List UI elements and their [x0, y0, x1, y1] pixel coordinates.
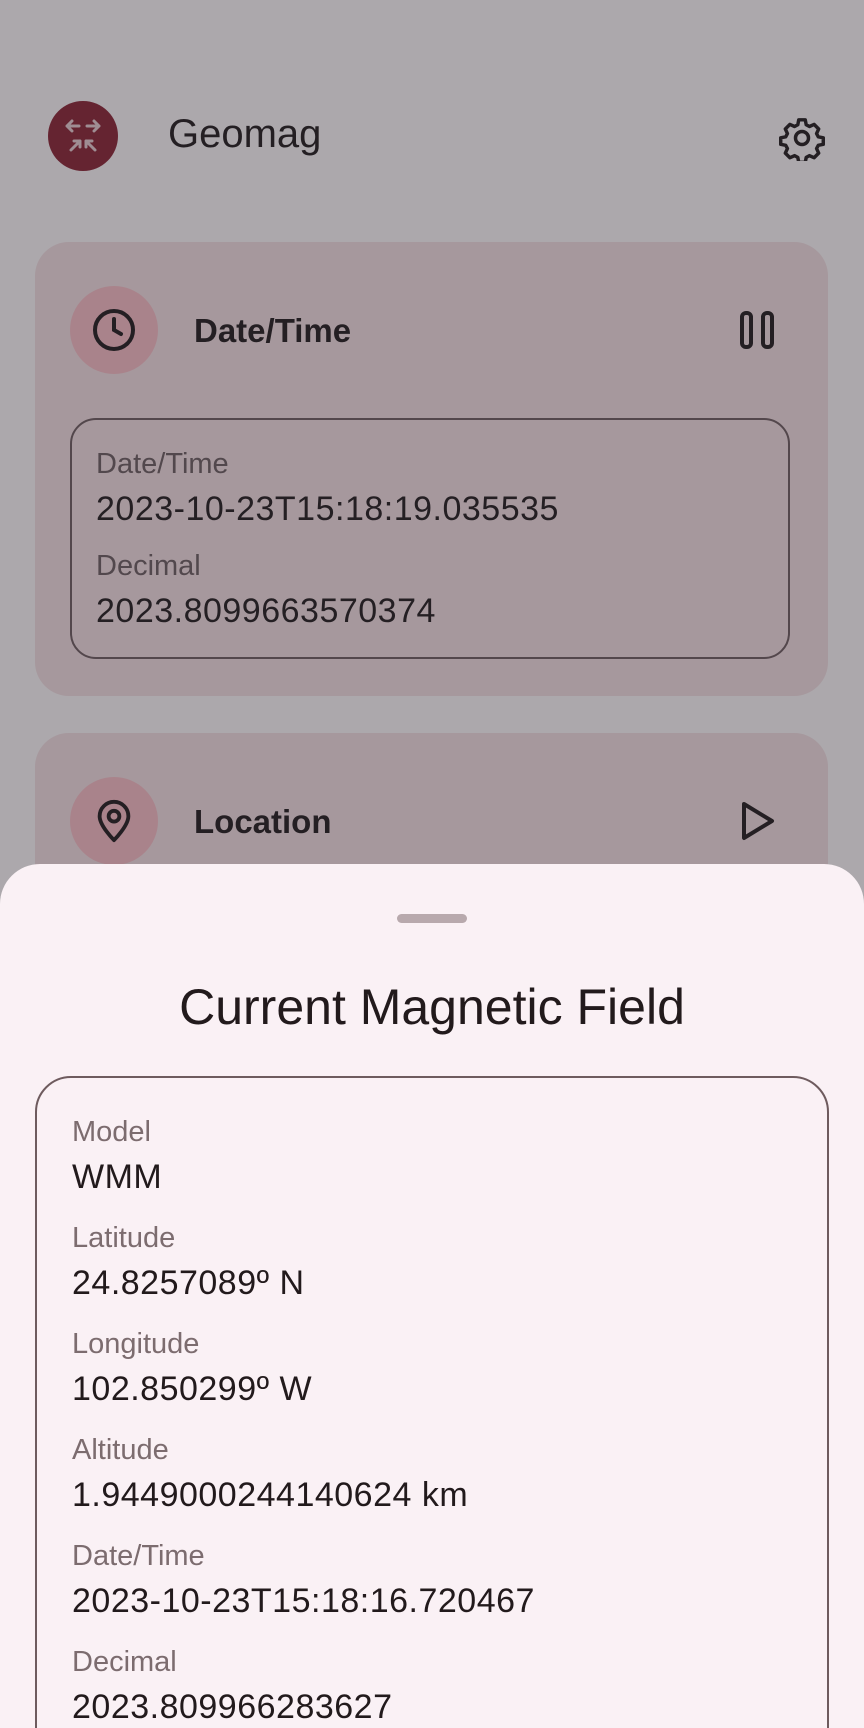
altitude-label: Altitude [72, 1434, 169, 1466]
sheet-title: Current Magnetic Field [179, 979, 685, 1035]
sheet-decimal-label: Decimal [72, 1646, 177, 1678]
bottom-sheet: Current Magnetic Field Model WMM Latitud… [0, 864, 864, 1728]
sheet-datetime-label: Date/Time [72, 1540, 205, 1572]
longitude-label: Longitude [72, 1328, 200, 1360]
longitude-value: 102.850299º W [72, 1370, 313, 1408]
model-label: Model [72, 1116, 151, 1148]
latitude-label: Latitude [72, 1222, 176, 1254]
magnetic-field-box: Model WMM Latitude 24.8257089º N Longitu… [35, 1076, 829, 1728]
model-value: WMM [72, 1158, 163, 1196]
drag-handle[interactable] [397, 914, 467, 923]
latitude-value: 24.8257089º N [72, 1264, 305, 1302]
altitude-value: 1.9449000244140624 km [72, 1476, 469, 1514]
sheet-datetime-value: 2023-10-23T15:18:16.720467 [72, 1582, 535, 1620]
sheet-decimal-value: 2023.809966283627 [72, 1688, 393, 1726]
